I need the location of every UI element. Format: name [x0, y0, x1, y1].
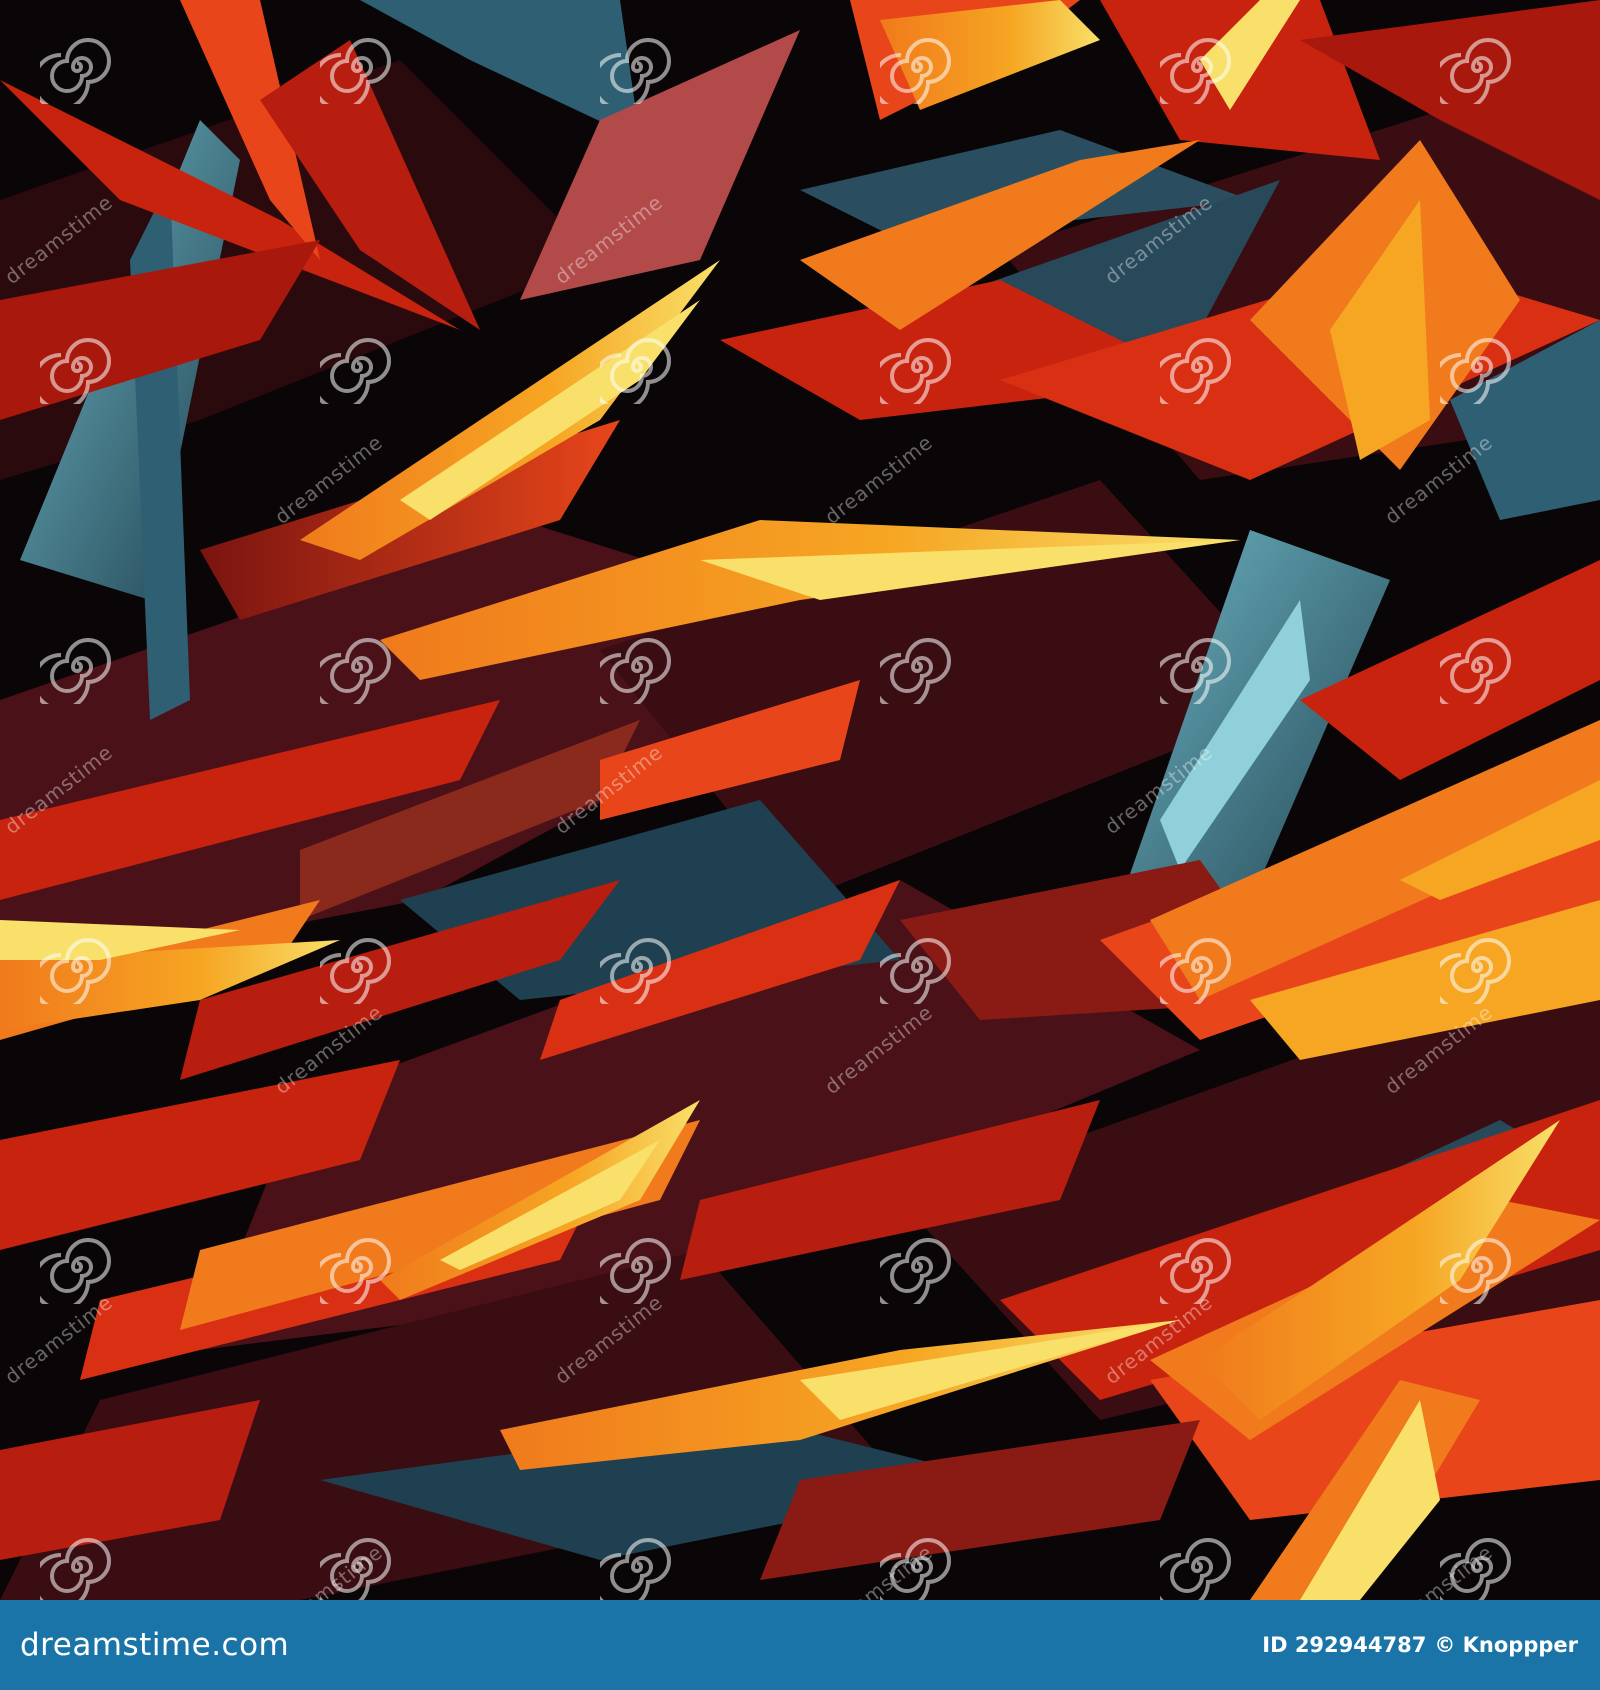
author-credit[interactable]: © Knoppper	[1434, 1633, 1578, 1657]
brand-name[interactable]: dreamstime.com	[20, 1627, 289, 1663]
abstract-shards-artwork	[0, 0, 1600, 1600]
image-id: ID 292944787	[1262, 1633, 1427, 1657]
footer-bar: dreamstime.com ID 292944787 © Knoppper	[0, 1600, 1600, 1690]
image-credit: ID 292944787 © Knoppper	[1262, 1633, 1578, 1657]
